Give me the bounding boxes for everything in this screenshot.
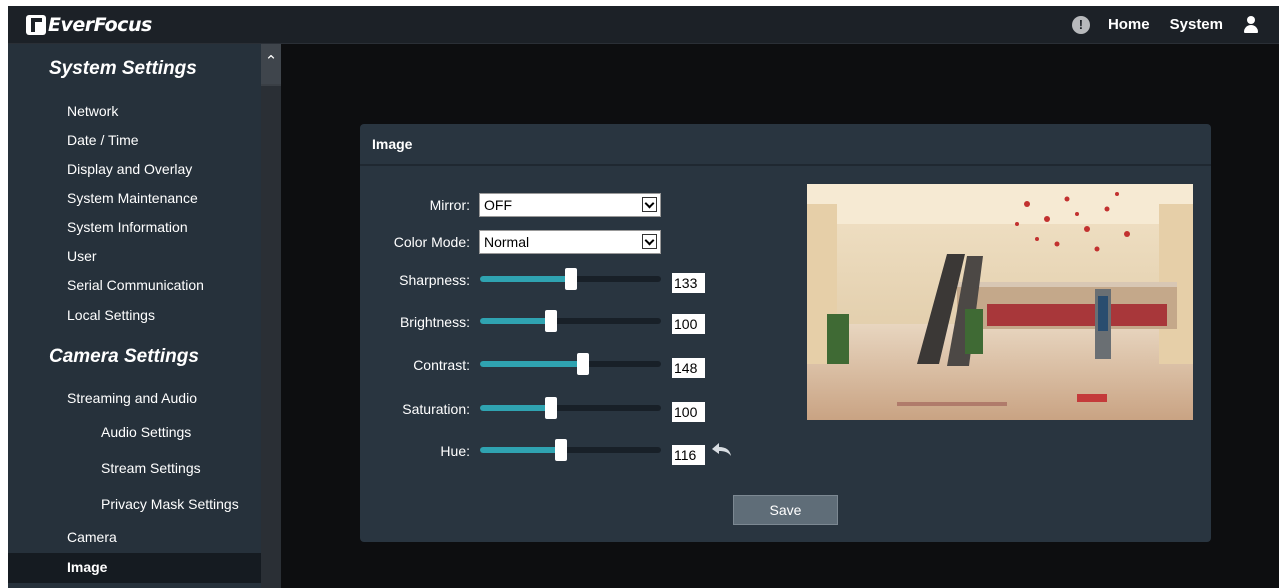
sidebar-item-local-settings[interactable]: Local Settings: [67, 307, 155, 323]
sidebar-item-camera[interactable]: Camera: [67, 529, 117, 545]
logo-mark-icon: [26, 15, 46, 35]
contrast-label: Contrast:: [413, 357, 470, 373]
active-item-highlight: [8, 553, 261, 583]
hue-slider[interactable]: [480, 439, 661, 461]
camera-preview-image: [807, 184, 1193, 420]
color-mode-label: Color Mode:: [393, 234, 470, 250]
saturation-value[interactable]: 100: [672, 402, 705, 422]
everfocus-logo[interactable]: EverFocus: [26, 13, 152, 37]
save-button[interactable]: Save: [733, 495, 838, 525]
slider-handle[interactable]: [555, 439, 568, 461]
slider-fill: [480, 318, 551, 324]
contrast-value[interactable]: 148: [672, 358, 705, 378]
mirror-value: OFF: [484, 197, 512, 213]
brightness-label: Brightness:: [399, 314, 470, 330]
slider-fill: [480, 447, 562, 453]
user-icon[interactable]: [1243, 15, 1259, 34]
scrollbar-thumb[interactable]: [261, 86, 281, 588]
brightness-value[interactable]: 100: [672, 314, 705, 334]
sidebar-item-system-information[interactable]: System Information: [67, 219, 188, 235]
home-link[interactable]: Home: [1108, 16, 1150, 33]
sidebar-item-user[interactable]: User: [67, 248, 97, 264]
system-settings-title: System Settings: [49, 58, 197, 79]
slider-fill: [480, 361, 584, 367]
contrast-slider[interactable]: [480, 353, 661, 375]
sidebar: System Settings Network Date / Time Disp…: [8, 44, 261, 588]
sharpness-value[interactable]: 133: [672, 273, 705, 293]
scroll-up-icon[interactable]: ⌃: [261, 44, 281, 84]
hue-value[interactable]: 116: [672, 445, 705, 465]
top-bar: EverFocus ! Home System: [8, 6, 1279, 44]
sidebar-item-network[interactable]: Network: [67, 103, 118, 119]
mirror-select[interactable]: OFF: [479, 193, 661, 217]
sidebar-item-audio-settings[interactable]: Audio Settings: [101, 424, 191, 440]
sidebar-item-display-overlay[interactable]: Display and Overlay: [67, 161, 192, 177]
hue-label: Hue:: [440, 443, 470, 459]
app-frame: EverFocus ! Home System System Settings …: [8, 6, 1279, 588]
slider-handle[interactable]: [577, 353, 590, 375]
panel-header: Image: [360, 124, 1211, 166]
panel-title: Image: [372, 136, 413, 152]
saturation-label: Saturation:: [402, 401, 470, 417]
slider-fill: [480, 276, 571, 282]
sidebar-item-date-time[interactable]: Date / Time: [67, 132, 139, 148]
sharpness-label: Sharpness:: [399, 272, 470, 288]
brightness-slider[interactable]: [480, 310, 661, 332]
system-link[interactable]: System: [1170, 16, 1223, 33]
slider-handle[interactable]: [544, 397, 557, 419]
alert-icon[interactable]: !: [1071, 15, 1090, 34]
camera-settings-title: Camera Settings: [49, 346, 199, 367]
mirror-label: Mirror:: [429, 197, 470, 213]
slider-fill: [480, 405, 551, 411]
sidebar-item-privacy-mask[interactable]: Privacy Mask Settings: [101, 496, 239, 512]
logo-text: EverFocus: [48, 14, 152, 36]
slider-handle[interactable]: [544, 310, 557, 332]
sidebar-item-image[interactable]: Image: [67, 559, 107, 575]
undo-icon[interactable]: [711, 442, 733, 458]
sidebar-item-serial-communication[interactable]: Serial Communication: [67, 277, 204, 293]
saturation-slider[interactable]: [480, 397, 661, 419]
image-settings-panel: Image Mirror: OFF Color Mode: Normal Sha…: [360, 124, 1211, 542]
chevron-down-icon: [642, 234, 657, 249]
slider-handle[interactable]: [564, 268, 577, 290]
sharpness-slider[interactable]: [480, 268, 661, 290]
color-mode-value: Normal: [484, 234, 530, 250]
sidebar-item-system-maintenance[interactable]: System Maintenance: [67, 190, 198, 206]
sidebar-item-streaming-audio[interactable]: Streaming and Audio: [67, 390, 197, 406]
sidebar-item-stream-settings[interactable]: Stream Settings: [101, 460, 201, 476]
chevron-down-icon: [642, 197, 657, 212]
color-mode-select[interactable]: Normal: [479, 230, 661, 254]
